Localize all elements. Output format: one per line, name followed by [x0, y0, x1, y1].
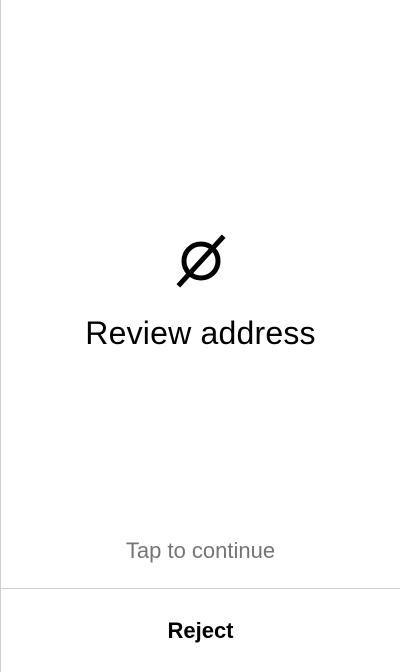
- tap-to-continue-hint[interactable]: Tap to continue: [1, 536, 400, 566]
- empty-set-icon: [175, 234, 226, 288]
- page-title: Review address: [85, 315, 316, 351]
- reject-button[interactable]: Reject: [1, 589, 400, 672]
- review-icon-container: [1, 230, 400, 290]
- review-address-screen[interactable]: Review address Tap to continue Reject: [0, 0, 400, 672]
